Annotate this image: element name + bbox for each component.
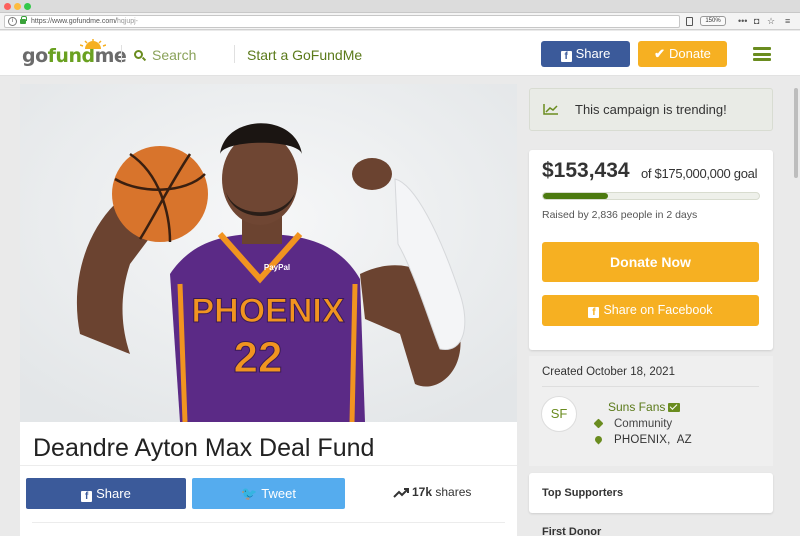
jersey-sponsor-text: PayPal <box>264 263 290 272</box>
browser-titlebar <box>0 0 800 13</box>
lock-icon[interactable] <box>20 16 27 24</box>
header-donate-button[interactable]: ✔ Donate <box>638 41 727 67</box>
campaign-info-card: Deandre Ayton Max Deal Fund f Share 🐦 Twee… <box>20 422 517 536</box>
divider <box>20 465 517 466</box>
more-icon[interactable]: ••• <box>738 15 747 27</box>
site-header: gofundme Search Start a GoFundMe f Share … <box>0 31 800 76</box>
first-donor-label: First Donor <box>542 526 602 536</box>
tag-icon <box>593 418 604 429</box>
organizer-card: Created October 18, 2021 SF Suns Fans Co… <box>529 356 773 466</box>
header-donate-label: Donate <box>668 46 711 61</box>
raised-by-text: Raised by 2,836 people in 2 days <box>542 209 698 221</box>
zoom-level-badge[interactable]: 150% <box>700 16 726 26</box>
search-link[interactable]: Search <box>152 47 196 63</box>
facebook-icon: f <box>588 307 600 318</box>
trending-banner: This campaign is trending! <box>529 88 773 131</box>
url-path: hqjupj- <box>116 18 138 25</box>
organizer-name: Suns Fans <box>608 400 666 414</box>
share-on-facebook-button[interactable]: f Share on Facebook <box>542 295 759 326</box>
header-share-label: Share <box>575 46 611 61</box>
browser-toolbar: i https://www.gofundme.com/hqjupj- 150% … <box>0 13 800 30</box>
header-share-button[interactable]: f Share <box>541 41 630 67</box>
pocket-icon[interactable]: ◘ <box>754 15 759 27</box>
zoom-window-button[interactable] <box>24 3 31 10</box>
location-pin-icon <box>593 434 604 445</box>
goal-text: of $175,000,000 goal <box>641 166 758 181</box>
campaign-title: Deandre Ayton Max Deal Fund <box>33 434 375 462</box>
facebook-icon: f <box>560 51 572 62</box>
twitter-icon: 🐦 <box>241 486 258 501</box>
organizer-name-link[interactable]: Suns Fans <box>608 400 681 414</box>
top-supporters-title: Top Supporters <box>542 487 624 499</box>
trending-up-icon <box>393 488 409 498</box>
donation-card: $153,434 of $175,000,000 goal Raised by … <box>529 150 773 350</box>
facebook-icon: f <box>81 491 93 502</box>
donate-now-button[interactable]: Donate Now <box>542 242 759 282</box>
share-count: 17k shares <box>393 484 471 500</box>
info-icon[interactable]: i <box>8 17 17 26</box>
trending-chart-icon <box>543 104 558 115</box>
organizer-location: PHOENIX, AZ <box>614 434 692 446</box>
page-scrollbar[interactable] <box>794 88 798 178</box>
jersey-team-text: PHOENIX <box>191 292 344 330</box>
organizer-avatar: SF <box>541 396 577 432</box>
divider <box>542 386 759 387</box>
mail-icon[interactable] <box>668 403 681 412</box>
gofundme-logo[interactable]: gofundme <box>22 45 127 67</box>
reader-view-icon[interactable] <box>686 17 693 26</box>
header-divider <box>234 45 235 63</box>
share-facebook-button[interactable]: f Share <box>26 478 186 509</box>
url-bar[interactable]: i https://www.gofundme.com/hqjupj- <box>4 15 680 28</box>
player-illustration: PHOENIX 22 PayPal <box>20 84 517 422</box>
created-date: Created October 18, 2021 <box>542 366 675 378</box>
check-icon: ✔ <box>654 46 665 61</box>
divider <box>32 522 505 523</box>
search-icon[interactable] <box>134 50 143 59</box>
progress-bar-fill <box>543 193 608 199</box>
start-gofundme-link[interactable]: Start a GoFundMe <box>247 47 362 63</box>
campaign-photo: PHOENIX 22 PayPal <box>20 84 517 422</box>
shares-count: 17k <box>412 485 433 499</box>
trending-text: This campaign is trending! <box>575 102 727 117</box>
logo-sun-icon <box>80 39 106 49</box>
tweet-label: Tweet <box>261 486 296 501</box>
raised-amount: $153,434 <box>542 159 630 182</box>
jersey-number-text: 22 <box>234 333 283 382</box>
minimize-window-button[interactable] <box>14 3 21 10</box>
share-facebook-label: Share <box>96 486 131 501</box>
star-icon[interactable]: ☆ <box>767 15 775 27</box>
tweet-button[interactable]: 🐦 Tweet <box>192 478 345 509</box>
header-divider <box>121 45 122 63</box>
url-host: https://www.gofundme.com/ <box>31 18 117 25</box>
logo-go: go <box>22 45 48 67</box>
progress-bar <box>542 192 760 200</box>
close-window-button[interactable] <box>4 3 11 10</box>
top-supporters-card: Top Supporters <box>529 473 773 513</box>
menu-icon[interactable] <box>753 47 771 61</box>
share-on-facebook-label: Share on Facebook <box>603 303 713 317</box>
shares-label: shares <box>435 485 472 499</box>
organizer-category: Community <box>614 418 673 430</box>
hamburger-icon[interactable]: ≡ <box>785 15 790 27</box>
